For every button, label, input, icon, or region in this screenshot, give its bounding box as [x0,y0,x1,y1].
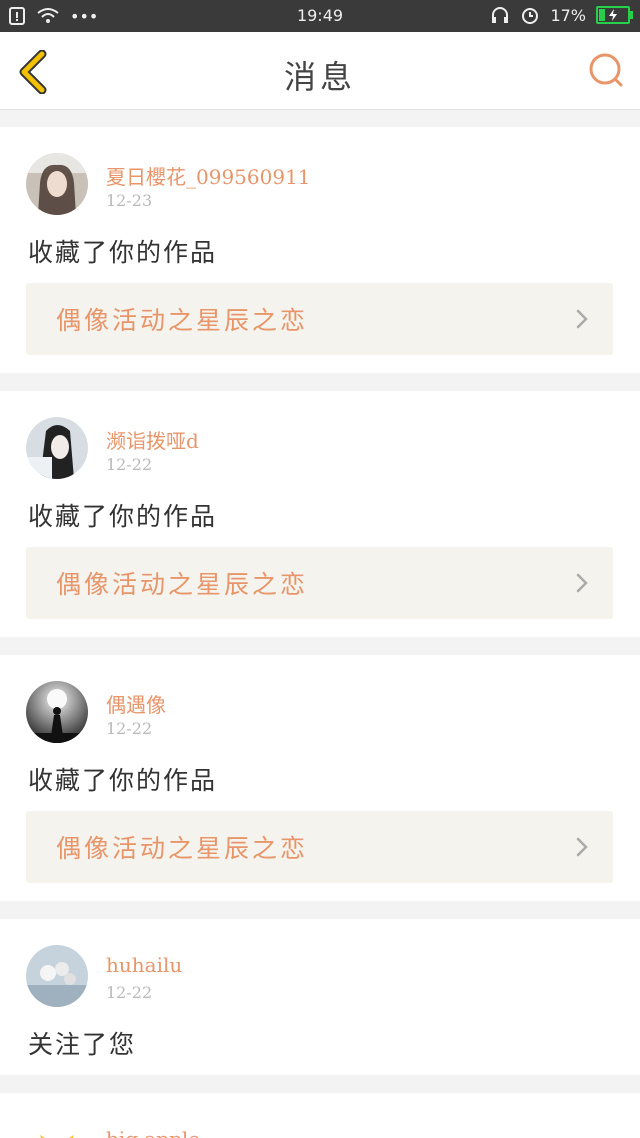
search-button[interactable] [586,50,626,90]
work-link[interactable]: 偶像活动之星辰之恋 [26,811,613,883]
action-text: 收藏了你的作品 [28,766,218,795]
avatar[interactable] [26,1123,88,1138]
work-title: 偶像活动之星辰之恋 [56,570,309,599]
action-text: 收藏了你的作品 [28,238,218,267]
alarm-icon [522,8,539,24]
action-text: 关注了您 [28,1030,137,1059]
timestamp: 12-23 [106,191,153,210]
battery-charging-icon [596,6,633,24]
timestamp: 12-22 [106,983,153,1002]
header: 消息 [0,32,640,110]
notification-card: big apple [0,1093,640,1138]
avatar[interactable] [26,417,88,479]
chevron-right-icon [576,837,588,857]
username[interactable]: 夏日櫻花_099560911 [106,161,311,190]
notification-card: 偶遇像 12-22 收藏了你的作品 偶像活动之星辰之恋 [0,655,640,901]
timestamp: 12-22 [106,455,153,474]
headset-icon [492,7,509,23]
avatar[interactable] [26,153,88,215]
battery-percent: 17% [550,5,586,25]
page-title: 消息 [283,58,356,96]
chevron-right-icon [576,309,588,329]
status-bar: ••• 19:49 17% [0,0,640,32]
username[interactable]: big apple [106,1127,200,1138]
work-link[interactable]: 偶像活动之星辰之恋 [26,547,613,619]
action-text: 收藏了你的作品 [28,502,218,531]
timestamp: 12-22 [106,719,153,738]
work-title: 偶像活动之星辰之恋 [56,834,309,863]
avatar[interactable] [26,945,88,1007]
search-icon [589,53,623,87]
notification-card: 夏日櫻花_099560911 12-23 收藏了你的作品 偶像活动之星辰之恋 [0,127,640,373]
avatar[interactable] [26,681,88,743]
username[interactable]: huhailu [106,953,182,977]
notification-card: 濒诣拨哑d 12-22 收藏了你的作品 偶像活动之星辰之恋 [0,391,640,637]
work-link[interactable]: 偶像活动之星辰之恋 [26,283,613,355]
username[interactable]: 偶遇像 [106,689,166,718]
notification-card: huhailu 12-22 关注了您 [0,919,640,1075]
username[interactable]: 濒诣拨哑d [106,425,199,454]
status-right-icons: 17% [490,5,633,25]
chevron-right-icon [576,573,588,593]
work-title: 偶像活动之星辰之恋 [56,306,309,335]
